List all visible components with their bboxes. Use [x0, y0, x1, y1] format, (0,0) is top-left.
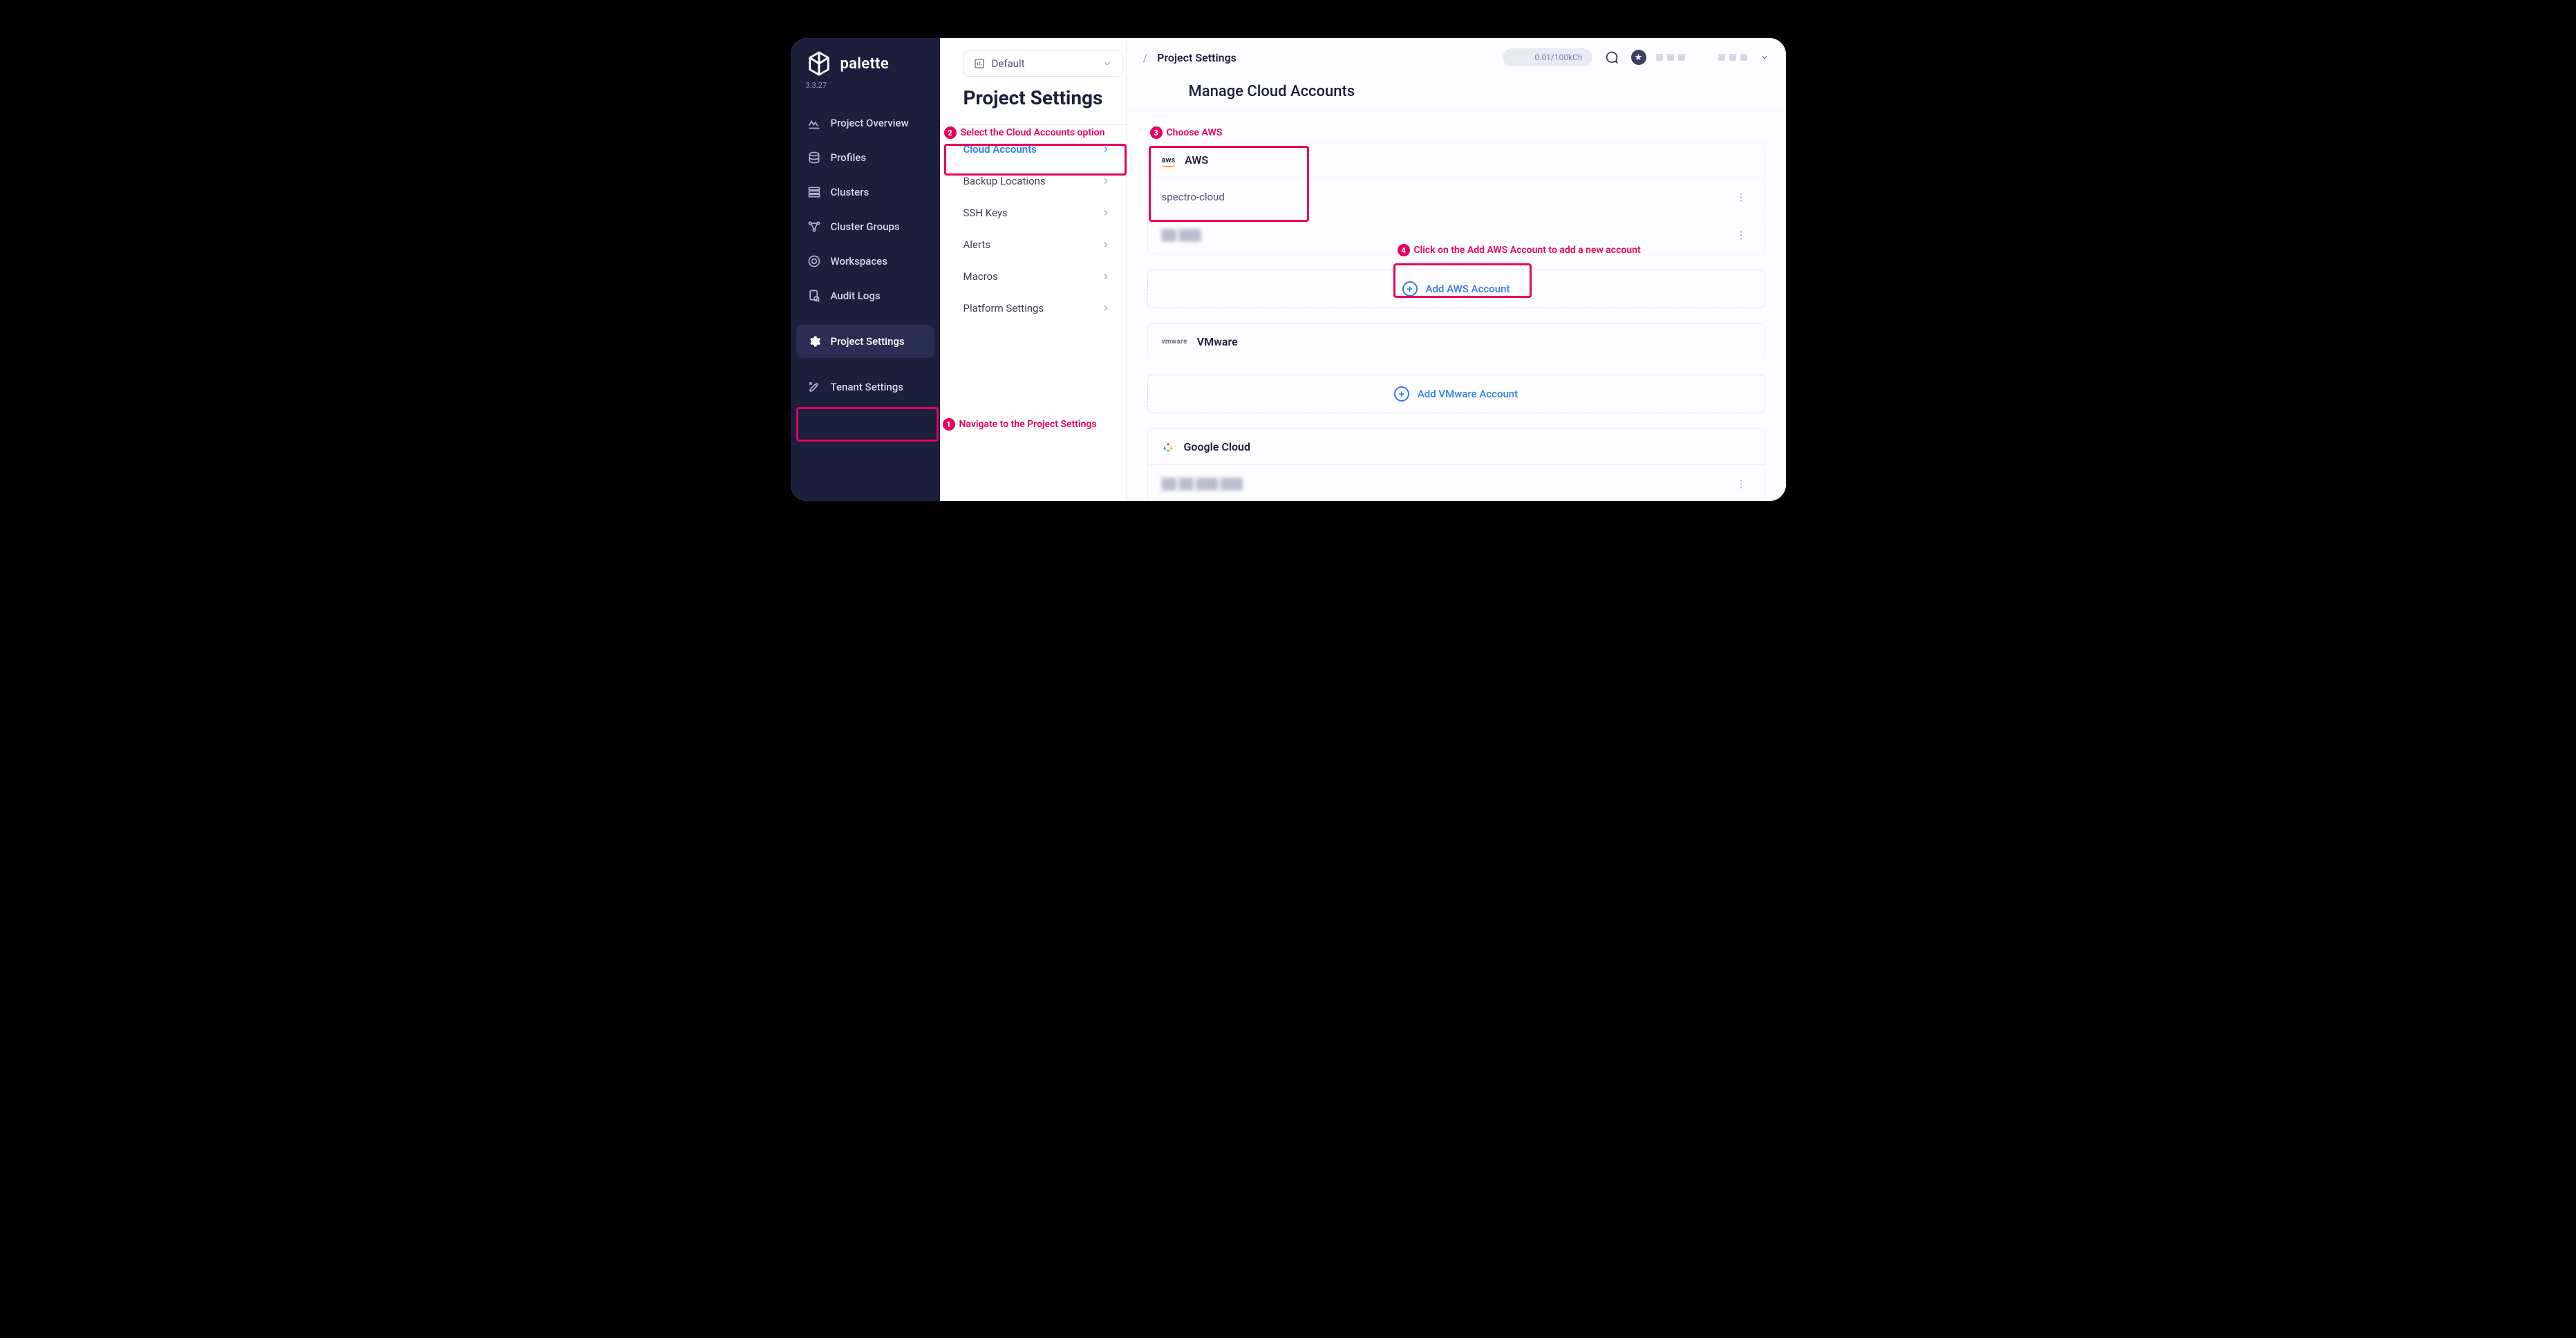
cluster-groups-icon: [807, 220, 821, 234]
brand: palette: [791, 50, 940, 81]
provider-block-aws: aws AWS spectro-cloud ⋮ ██ ███ ⋮: [1147, 142, 1765, 254]
chevron-right-icon: [1101, 144, 1111, 154]
audit-icon: [807, 289, 821, 303]
app-viewport: palette 3.3.27 Project Overview Profiles…: [791, 38, 1786, 501]
sidebar-item-clusters[interactable]: Clusters: [796, 176, 934, 209]
add-vmware-account-button[interactable]: + Add VMware Account: [1147, 375, 1765, 413]
clusters-icon: [807, 185, 821, 199]
kebab-icon[interactable]: ⋮: [1732, 475, 1751, 493]
sidebar-item-label: Tenant Settings: [831, 381, 904, 393]
provider-name: VMware: [1197, 335, 1238, 348]
subnav-item-label: Cloud Accounts: [963, 143, 1037, 156]
sidebar-item-tenant-settings[interactable]: Tenant Settings: [796, 370, 934, 404]
subnav-item-ssh-keys[interactable]: SSH Keys: [940, 197, 1126, 229]
sidebar-item-label: Profiles: [831, 151, 867, 164]
sidebar-item-label: Cluster Groups: [831, 220, 900, 233]
chevron-right-icon: [1101, 272, 1111, 281]
topbar-placeholder-icons: [1718, 54, 1747, 61]
kebab-icon[interactable]: ⋮: [1732, 226, 1751, 244]
add-button-label: Add AWS Account: [1426, 283, 1510, 295]
subnav-item-macros[interactable]: Macros: [940, 261, 1126, 292]
account-row[interactable]: ██ ██ ███ ███ ⋮: [1148, 465, 1765, 501]
star-badge-icon[interactable]: ★: [1631, 50, 1646, 65]
account-name-redacted: ██ ██ ███ ███: [1162, 478, 1243, 490]
plus-circle-icon: +: [1394, 386, 1409, 402]
workspaces-icon: [807, 254, 821, 268]
sidebar-item-label: Audit Logs: [831, 290, 881, 302]
content: aws AWS spectro-cloud ⋮ ██ ███ ⋮ + Add A…: [1127, 121, 1786, 501]
sidebar-item-cluster-groups[interactable]: Cluster Groups: [796, 210, 934, 243]
brand-logo-icon: [806, 50, 832, 77]
subnav-item-label: Macros: [963, 270, 998, 283]
account-name: spectro-cloud: [1162, 191, 1225, 203]
overview-icon: [807, 116, 821, 130]
chevron-right-icon: [1101, 240, 1111, 249]
provider-block-gcp: Google Cloud ██ ██ ███ ███ ⋮: [1147, 428, 1765, 501]
account-row[interactable]: spectro-cloud ⋮: [1148, 178, 1765, 216]
project-selector-value: Default: [992, 57, 1025, 70]
subnav-list: Cloud Accounts Backup Locations SSH Keys…: [940, 125, 1126, 332]
aws-icon: aws: [1162, 156, 1176, 164]
subnav-item-cloud-accounts[interactable]: Cloud Accounts: [940, 133, 1126, 165]
subnav-item-backup-locations[interactable]: Backup Locations: [940, 165, 1126, 197]
provider-name: Google Cloud: [1184, 440, 1250, 453]
add-button-label: Add VMware Account: [1418, 388, 1518, 400]
brand-name: palette: [840, 55, 889, 73]
chevron-right-icon: [1101, 303, 1111, 313]
sidebar: palette 3.3.27 Project Overview Profiles…: [791, 38, 940, 501]
page-title: Manage Cloud Accounts: [1127, 70, 1786, 111]
usage-indicator: 0.01/100kCh: [1503, 48, 1592, 66]
sidebar-item-label: Workspaces: [831, 255, 887, 267]
tools-icon: [807, 380, 821, 394]
add-aws-account-button[interactable]: + Add AWS Account: [1147, 270, 1765, 308]
settings-subnav: Default Project Settings Cloud Accounts …: [940, 38, 1127, 501]
chevron-down-icon: [1102, 59, 1112, 68]
account-name-redacted: ██ ███: [1162, 229, 1201, 241]
provider-block-vmware: vmware VMware: [1147, 323, 1765, 359]
subnav-item-alerts[interactable]: Alerts: [940, 229, 1126, 261]
breadcrumb: Project Settings: [1157, 51, 1237, 64]
account-row[interactable]: ██ ███ ⋮: [1148, 216, 1765, 254]
sidebar-item-audit-logs[interactable]: Audit Logs: [796, 279, 934, 312]
subnav-item-label: SSH Keys: [963, 207, 1008, 219]
chevron-right-icon: [1101, 176, 1111, 186]
subnav-item-label: Platform Settings: [963, 302, 1044, 314]
sidebar-item-workspaces[interactable]: Workspaces: [796, 245, 934, 278]
chat-icon[interactable]: [1602, 48, 1621, 67]
topbar-placeholder-icons: [1656, 54, 1685, 61]
sidebar-item-profiles[interactable]: Profiles: [796, 141, 934, 174]
subnav-item-label: Alerts: [963, 238, 991, 251]
chevron-right-icon: [1101, 208, 1111, 218]
sidebar-nav: Project Overview Profiles Clusters Clust…: [791, 106, 940, 404]
layers-icon: [807, 151, 821, 164]
bar-chart-icon: [974, 58, 985, 69]
sidebar-item-label: Clusters: [831, 186, 869, 198]
sidebar-item-project-settings[interactable]: Project Settings: [796, 325, 934, 358]
chevron-down-icon[interactable]: [1760, 53, 1769, 62]
sidebar-item-label: Project Overview: [831, 117, 909, 129]
brand-version: 3.3.27: [791, 81, 940, 106]
kebab-icon[interactable]: ⋮: [1732, 188, 1751, 206]
gcp-icon: [1162, 441, 1174, 453]
sidebar-item-project-overview[interactable]: Project Overview: [796, 106, 934, 140]
subnav-item-platform-settings[interactable]: Platform Settings: [940, 292, 1126, 324]
project-selector[interactable]: Default: [963, 50, 1122, 77]
vmware-icon: vmware: [1162, 338, 1187, 346]
provider-header-aws[interactable]: aws AWS: [1148, 142, 1765, 178]
sidebar-item-label: Project Settings: [831, 335, 905, 348]
main: / Project Settings 0.01/100kCh ★ Manage …: [1127, 38, 1786, 501]
gear-icon: [807, 334, 821, 348]
provider-header-gcp[interactable]: Google Cloud: [1148, 429, 1765, 465]
subnav-item-label: Backup Locations: [963, 175, 1046, 187]
provider-name: AWS: [1185, 153, 1208, 167]
breadcrumb-separator: /: [1143, 51, 1148, 64]
provider-header-vmware[interactable]: vmware VMware: [1148, 324, 1765, 359]
plus-circle-icon: +: [1402, 281, 1418, 296]
